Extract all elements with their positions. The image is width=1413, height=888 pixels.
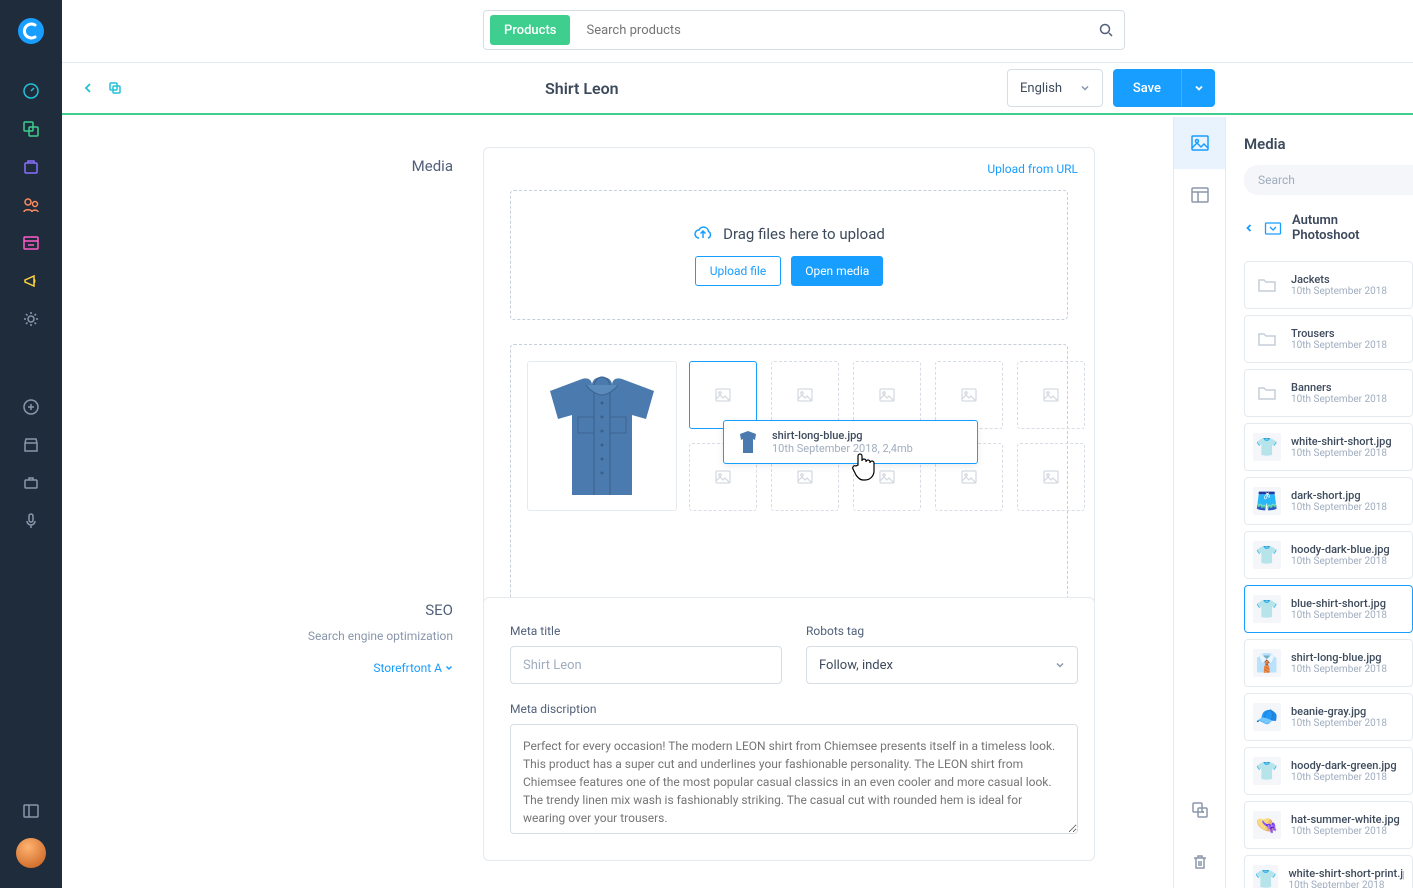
tab-copy-icon[interactable] bbox=[1174, 784, 1226, 836]
nav-catalog-icon[interactable] bbox=[22, 120, 40, 138]
nav-settings-icon[interactable] bbox=[22, 310, 40, 328]
file-thumb-icon: 👕 bbox=[1253, 865, 1278, 888]
upload-url-link[interactable]: Upload from URL bbox=[987, 162, 1078, 176]
nav-rail bbox=[0, 0, 62, 888]
media-file-item[interactable]: 👕hoody-dark-green.jpg10th September 2018 bbox=[1244, 747, 1413, 795]
nav-add-icon[interactable] bbox=[22, 398, 40, 416]
nav-content-icon[interactable] bbox=[22, 234, 40, 252]
seo-sublabel: Search engine optimization bbox=[308, 629, 453, 643]
media-file-item[interactable]: 🧢beanie-gray.jpg10th September 2018 bbox=[1244, 693, 1413, 741]
file-thumb-icon: 👕 bbox=[1253, 757, 1281, 785]
logo-icon bbox=[0, 0, 62, 62]
file-thumb-icon: 👕 bbox=[1253, 433, 1281, 461]
chevron-down-icon bbox=[1055, 660, 1065, 670]
robots-select[interactable]: Follow, index bbox=[806, 646, 1078, 684]
nav-sidebar-icon[interactable] bbox=[22, 802, 40, 820]
nav-orders-icon[interactable] bbox=[22, 158, 40, 176]
media-placeholder[interactable] bbox=[853, 361, 921, 429]
shirt-image-icon bbox=[542, 371, 662, 501]
tab-media[interactable] bbox=[1174, 117, 1226, 169]
file-thumb-icon: 🩳 bbox=[1253, 487, 1281, 515]
save-button[interactable]: Save bbox=[1113, 69, 1181, 107]
media-file-item[interactable]: 👕white-shirt-short.jpg10th September 201… bbox=[1244, 423, 1413, 471]
media-panel-title: Media bbox=[1226, 117, 1413, 165]
media-file-item[interactable]: 👕blue-shirt-short.jpg10th September 2018 bbox=[1244, 585, 1413, 633]
file-thumb-icon: 👒 bbox=[1253, 811, 1281, 839]
media-folder-item[interactable]: Jackets10th September 2018 bbox=[1244, 261, 1413, 309]
open-media-button[interactable]: Open media bbox=[791, 256, 883, 286]
breadcrumb-label: Autumn Photoshoot bbox=[1292, 213, 1395, 243]
media-file-item[interactable]: 🩳dark-short.jpg10th September 2018 bbox=[1244, 477, 1413, 525]
meta-title-input[interactable] bbox=[510, 646, 782, 684]
media-file-item[interactable]: 👒hat-summer-white.jpg10th September 2018 bbox=[1244, 801, 1413, 849]
drag-tooltip-name: shirt-long-blue.jpg bbox=[772, 429, 913, 442]
robots-label: Robots tag bbox=[806, 624, 1078, 638]
folder-icon bbox=[1253, 379, 1281, 407]
copy-icon[interactable] bbox=[108, 81, 122, 95]
media-placeholder[interactable] bbox=[1017, 361, 1085, 429]
file-thumb-icon: 👕 bbox=[1253, 541, 1281, 569]
folder-dropdown-icon[interactable] bbox=[1264, 219, 1282, 237]
media-file-item[interactable]: 👔shirt-long-blue.jpg10th September 2018 bbox=[1244, 639, 1413, 687]
file-thumb-icon: 🧢 bbox=[1253, 703, 1281, 731]
section-seo-label: SEO bbox=[425, 601, 453, 619]
nav-customers-icon[interactable] bbox=[22, 196, 40, 214]
dropzone-text: Drag files here to upload bbox=[723, 225, 885, 243]
tab-layout[interactable] bbox=[1174, 169, 1226, 221]
media-folder-item[interactable]: Banners10th September 2018 bbox=[1244, 369, 1413, 417]
nav-briefcase-icon[interactable] bbox=[22, 474, 40, 492]
media-placeholder[interactable] bbox=[1017, 443, 1085, 511]
media-folder-item[interactable]: Trousers10th September 2018 bbox=[1244, 315, 1413, 363]
nav-mic-icon[interactable] bbox=[22, 512, 40, 530]
drag-tooltip-thumb bbox=[734, 428, 762, 456]
media-panel: Media Search Autumn Photoshoot Jackets10… bbox=[1225, 117, 1413, 888]
media-placeholder[interactable] bbox=[935, 361, 1003, 429]
search-category-button[interactable]: Products bbox=[490, 15, 570, 45]
upload-file-button[interactable]: Upload file bbox=[695, 256, 781, 286]
back-icon[interactable] bbox=[82, 82, 94, 94]
media-breadcrumb: Autumn Photoshoot bbox=[1226, 195, 1413, 261]
search-icon[interactable] bbox=[1088, 23, 1124, 37]
cloud-upload-icon bbox=[693, 224, 713, 244]
storefront-select[interactable]: Storefrtont A bbox=[373, 661, 453, 675]
media-panel-list: Jackets10th September 2018 Trousers10th S… bbox=[1226, 261, 1413, 888]
save-dropdown-button[interactable] bbox=[1181, 69, 1215, 107]
media-placeholder[interactable] bbox=[771, 361, 839, 429]
drag-tooltip: shirt-long-blue.jpg 10th September 2018,… bbox=[723, 420, 978, 464]
seo-card: Meta title Robots tag Follow, index Meta… bbox=[483, 597, 1095, 861]
chevron-down-icon bbox=[1080, 83, 1090, 93]
main-content: Media Upload from URL Drag files here to… bbox=[62, 117, 1173, 888]
media-placeholder[interactable] bbox=[689, 361, 757, 429]
meta-desc-textarea[interactable] bbox=[510, 724, 1078, 834]
tab-trash-icon[interactable] bbox=[1174, 836, 1226, 888]
file-thumb-icon: 👔 bbox=[1253, 649, 1281, 677]
search-bar: Products bbox=[483, 10, 1125, 50]
nav-marketing-icon[interactable] bbox=[22, 272, 40, 290]
drag-tooltip-meta: 10th September 2018, 2,4mb bbox=[772, 442, 913, 455]
nav-dashboard-icon[interactable] bbox=[22, 82, 40, 100]
folder-icon bbox=[1253, 271, 1281, 299]
folder-icon bbox=[1253, 325, 1281, 353]
meta-title-label: Meta title bbox=[510, 624, 782, 638]
page-title: Shirt Leon bbox=[545, 79, 619, 98]
product-main-thumbnail[interactable] bbox=[527, 361, 677, 511]
nav-shop-icon[interactable] bbox=[22, 436, 40, 454]
avatar[interactable] bbox=[16, 838, 46, 868]
search-input[interactable] bbox=[576, 23, 1088, 38]
language-label: English bbox=[1020, 81, 1062, 96]
media-panel-search[interactable]: Search bbox=[1244, 165, 1413, 195]
meta-desc-label: Meta discription bbox=[510, 702, 1068, 716]
page-header: Shirt Leon English Save bbox=[62, 63, 1413, 115]
media-file-item[interactable]: 👕white-shirt-short-print.jpg10th Septemb… bbox=[1244, 855, 1413, 888]
chevron-down-icon bbox=[445, 664, 453, 672]
media-file-item[interactable]: 👕hoody-dark-blue.jpg10th September 2018 bbox=[1244, 531, 1413, 579]
breadcrumb-back-icon[interactable] bbox=[1244, 223, 1254, 233]
section-media-label: Media bbox=[412, 157, 453, 175]
language-select[interactable]: English bbox=[1007, 69, 1103, 107]
side-tabs bbox=[1173, 117, 1225, 888]
file-thumb-icon: 👕 bbox=[1253, 595, 1281, 623]
dropzone[interactable]: Drag files here to upload Upload file Op… bbox=[510, 190, 1068, 320]
